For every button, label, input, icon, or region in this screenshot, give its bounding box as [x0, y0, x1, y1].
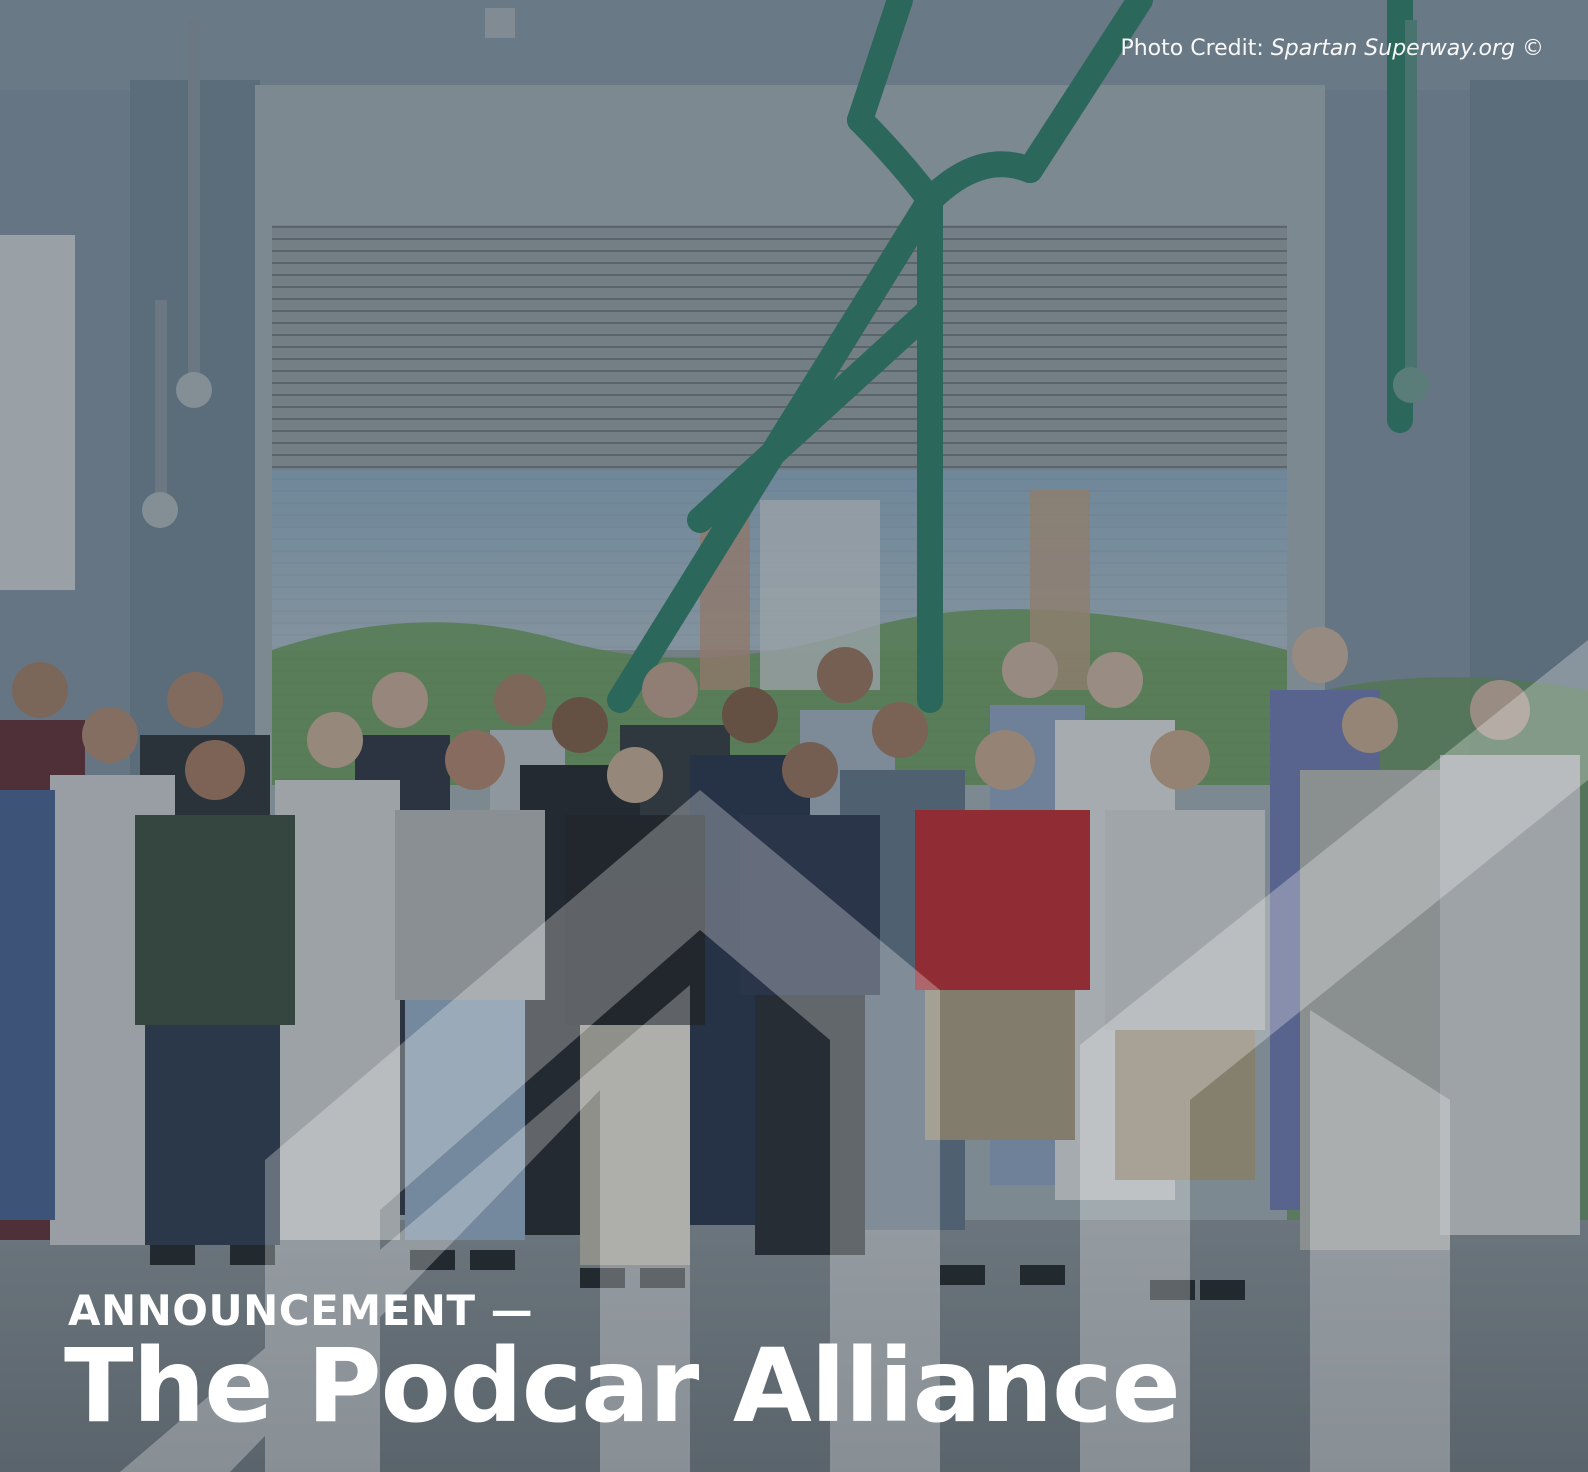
announcement-poster: Photo Credit: Spartan Superway.org © ANN…: [0, 0, 1588, 1472]
photo-credit-prefix: Photo Credit:: [1120, 36, 1271, 61]
photo-credit-source: Spartan Superway.org ©: [1270, 36, 1544, 61]
photo-credit: Photo Credit: Spartan Superway.org ©: [1120, 36, 1544, 61]
announcement-title: The Podcar Alliance: [64, 1327, 1181, 1446]
group-photo: [0, 0, 1588, 1472]
